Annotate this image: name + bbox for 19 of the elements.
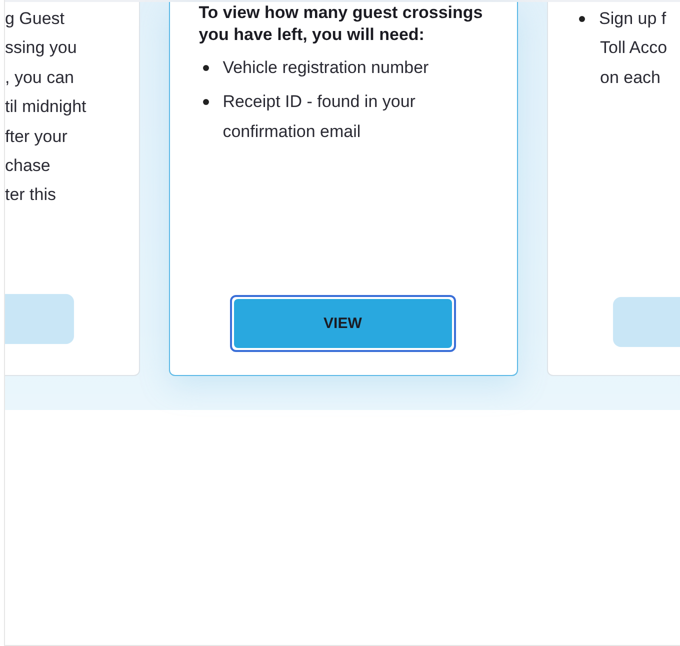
card-text-line: on each [600,66,660,89]
card-heading: To view how many guest crossings you have left, you will need: [198,2,484,45]
card-text-line: Toll Acco [600,37,668,60]
card-text-line: fter your [5,126,68,148]
card-text-line: til midnight [5,96,88,118]
card-button[interactable] [613,297,680,347]
requirement-item: Receipt ID - found in your confirmation email [222,91,416,143]
bullet-icon [202,65,209,71]
card-text-line: , you can [5,66,75,89]
view-button[interactable]: VIEW [234,299,452,348]
card-text-line: Sign up f [599,8,666,30]
bullet-icon [202,99,209,105]
card-text-line: chase [5,155,52,178]
card-button[interactable] [5,294,74,344]
card-text-line: ter this [5,184,58,206]
bullet-icon [579,16,585,22]
requirement-item: Vehicle registration number [222,57,429,79]
card-text-line: g Guest [5,8,66,30]
card-text-line: ssing you [5,37,78,60]
